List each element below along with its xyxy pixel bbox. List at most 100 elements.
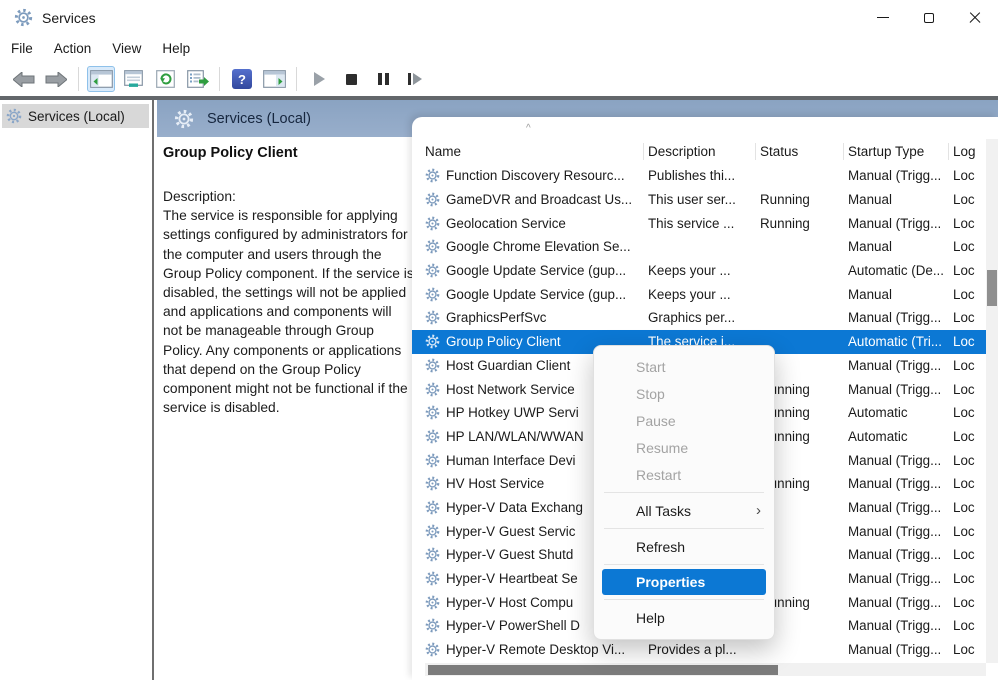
menu-bar-item[interactable]: Help bbox=[162, 41, 190, 56]
context-menu-item[interactable]: Pause bbox=[594, 407, 774, 434]
service-startup-type: Manual (Trigg... bbox=[848, 595, 953, 610]
context-menu-item[interactable]: Refresh bbox=[594, 533, 774, 560]
properties-button[interactable] bbox=[119, 66, 147, 92]
show-console-tree-button[interactable] bbox=[87, 66, 115, 92]
context-menu-item[interactable] bbox=[604, 492, 764, 493]
column-header[interactable]: Name bbox=[425, 139, 648, 163]
description-label: Description: bbox=[163, 187, 412, 206]
tree-item-label: Services (Local) bbox=[28, 109, 125, 124]
context-menu-item[interactable]: Help bbox=[594, 604, 774, 631]
help-icon: ? bbox=[232, 69, 252, 89]
column-header[interactable]: Status bbox=[760, 139, 848, 163]
service-startup-type: Manual (Trigg... bbox=[848, 310, 953, 325]
service-description: Keeps your ... bbox=[648, 263, 760, 278]
tree-item-services-local[interactable]: Services (Local) bbox=[2, 104, 149, 128]
service-gear-icon bbox=[425, 216, 440, 231]
description-text: The service is responsible for applying … bbox=[163, 206, 414, 417]
close-button[interactable] bbox=[952, 0, 998, 35]
service-gear-icon bbox=[425, 595, 440, 610]
service-name: Hyper-V Host Compu bbox=[446, 595, 573, 610]
context-menu-item[interactable]: Stop bbox=[594, 380, 774, 407]
action-pane-icon bbox=[263, 70, 286, 88]
service-startup-type: Manual (Trigg... bbox=[848, 571, 953, 586]
service-gear-icon bbox=[425, 239, 440, 254]
service-startup-type: Automatic (Tri... bbox=[848, 334, 953, 349]
menu-bar-item[interactable]: Action bbox=[54, 41, 92, 56]
context-menu-item[interactable]: All Tasks › bbox=[594, 497, 774, 524]
context-menu-item[interactable] bbox=[604, 599, 764, 600]
vertical-scrollbar[interactable] bbox=[986, 139, 998, 663]
context-menu-item[interactable]: Restart bbox=[594, 461, 774, 488]
restart-service-icon bbox=[408, 73, 422, 85]
service-status: Running bbox=[760, 192, 848, 207]
export-list-button[interactable] bbox=[183, 66, 211, 92]
menu-item-label: Properties bbox=[636, 574, 705, 590]
service-description: Provides a pl... bbox=[648, 642, 760, 657]
menu-bar-item[interactable]: View bbox=[112, 41, 141, 56]
table-row[interactable]: Google Update Service (gup... Keeps your… bbox=[412, 259, 986, 283]
service-status: Running bbox=[760, 216, 848, 231]
context-menu-item[interactable]: Resume bbox=[594, 434, 774, 461]
service-name: Hyper-V Data Exchang bbox=[446, 500, 583, 515]
menu-item-label: Pause bbox=[636, 413, 676, 429]
service-startup-type: Manual (Trigg... bbox=[848, 476, 953, 491]
service-gear-icon bbox=[425, 476, 440, 491]
pane-splitter[interactable] bbox=[152, 100, 154, 680]
service-startup-type: Manual bbox=[848, 287, 953, 302]
context-menu-item[interactable] bbox=[604, 528, 764, 529]
service-name: GameDVR and Broadcast Us... bbox=[446, 192, 632, 207]
service-name: Group Policy Client bbox=[446, 334, 561, 349]
pause-service-button[interactable] bbox=[369, 66, 397, 92]
table-row[interactable]: Google Update Service (gup... Keeps your… bbox=[412, 282, 986, 306]
service-startup-type: Manual (Trigg... bbox=[848, 382, 953, 397]
context-menu-item[interactable] bbox=[604, 564, 764, 565]
service-startup-type: Automatic bbox=[848, 429, 953, 444]
extended-header-label: Services (Local) bbox=[207, 111, 311, 127]
column-header[interactable]: Startup Type bbox=[848, 139, 953, 163]
maximize-icon bbox=[924, 13, 934, 23]
table-row[interactable]: Google Chrome Elevation Se... Manual Loc bbox=[412, 235, 986, 259]
service-name: Hyper-V Guest Shutd bbox=[446, 547, 573, 562]
table-row[interactable]: GraphicsPerfSvc Graphics per... Manual (… bbox=[412, 306, 986, 330]
start-service-button[interactable] bbox=[305, 66, 333, 92]
minimize-button[interactable] bbox=[860, 0, 906, 35]
table-row[interactable]: Geolocation Service This service ... Run… bbox=[412, 211, 986, 235]
sort-ascending-icon: ^ bbox=[526, 123, 531, 134]
submenu-arrow-icon: › bbox=[756, 502, 761, 519]
pause-service-icon bbox=[378, 73, 389, 85]
context-menu-item[interactable]: Start bbox=[594, 353, 774, 380]
show-action-pane-button[interactable] bbox=[260, 66, 288, 92]
service-gear-icon bbox=[425, 405, 440, 420]
back-arrow-icon bbox=[13, 72, 35, 87]
service-name: Geolocation Service bbox=[446, 216, 566, 231]
column-header[interactable]: Description bbox=[648, 139, 760, 163]
service-description: This user ser... bbox=[648, 192, 760, 207]
maximize-button[interactable] bbox=[906, 0, 952, 35]
console-tree-pane: Services (Local) bbox=[0, 100, 151, 680]
service-gear-icon bbox=[425, 334, 440, 349]
service-name: Host Network Service bbox=[446, 382, 575, 397]
stop-service-button[interactable] bbox=[337, 66, 365, 92]
context-menu-item[interactable]: Properties bbox=[602, 569, 766, 595]
vertical-scrollbar-thumb[interactable] bbox=[987, 270, 997, 306]
forward-button[interactable] bbox=[42, 66, 70, 92]
horizontal-scrollbar-thumb[interactable] bbox=[428, 665, 778, 675]
table-row[interactable]: Hyper-V Remote Desktop Vi... Provides a … bbox=[412, 638, 986, 662]
service-startup-type: Manual (Trigg... bbox=[848, 216, 953, 231]
menu-item-label: Refresh bbox=[636, 539, 685, 555]
service-startup-type: Manual (Trigg... bbox=[848, 168, 953, 183]
properties-icon bbox=[122, 70, 145, 88]
restart-service-button[interactable] bbox=[401, 66, 429, 92]
service-description: Graphics per... bbox=[648, 310, 760, 325]
horizontal-scrollbar[interactable] bbox=[425, 663, 986, 676]
service-gear-icon bbox=[425, 547, 440, 562]
help-button[interactable]: ? bbox=[228, 66, 256, 92]
service-gear-icon bbox=[425, 287, 440, 302]
back-button[interactable] bbox=[10, 66, 38, 92]
table-row[interactable]: Function Discovery Resourc... Publishes … bbox=[412, 164, 986, 188]
service-description: This service ... bbox=[648, 216, 760, 231]
refresh-button[interactable] bbox=[151, 66, 179, 92]
menu-bar-item[interactable]: File bbox=[11, 41, 33, 56]
service-description: Keeps your ... bbox=[648, 287, 760, 302]
table-row[interactable]: GameDVR and Broadcast Us... This user se… bbox=[412, 188, 986, 212]
